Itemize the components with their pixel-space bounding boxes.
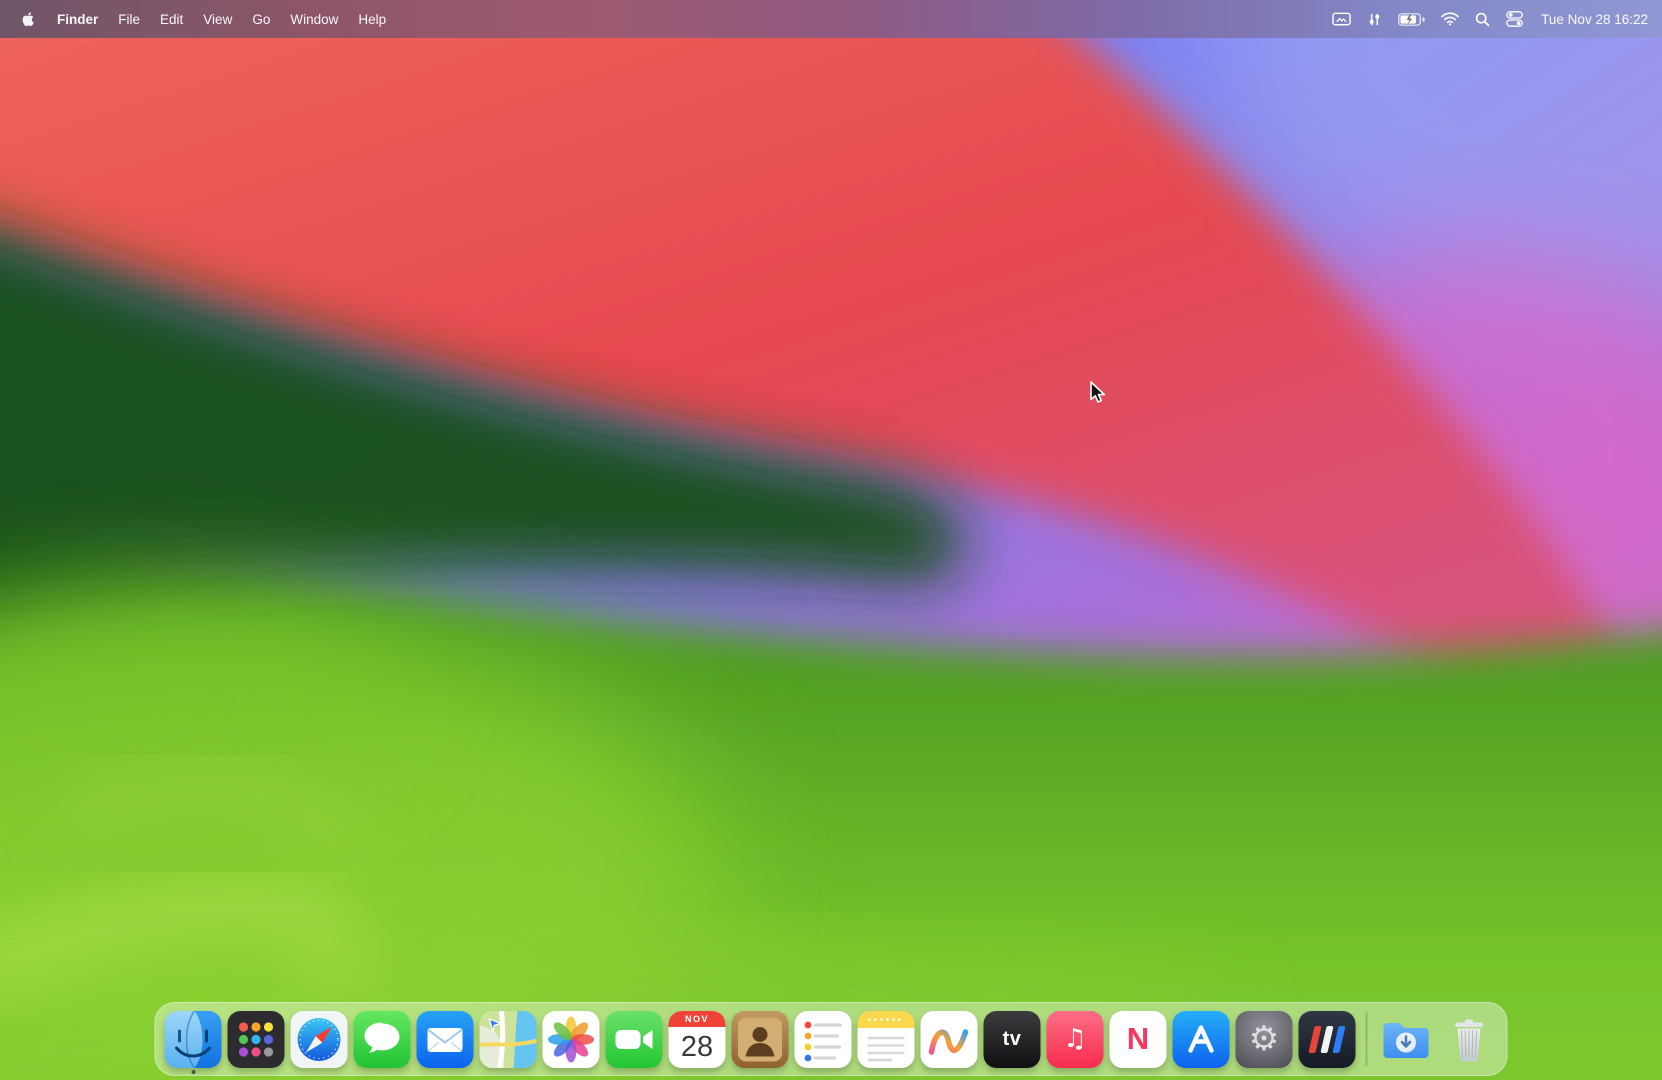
screen-mirroring-icon[interactable] <box>1332 12 1351 27</box>
menu-window[interactable]: Window <box>280 0 348 38</box>
dock-trash-icon[interactable] <box>1441 1011 1498 1068</box>
dock-system-settings-icon[interactable]: ⚙ <box>1236 1011 1293 1068</box>
gear-glyph: ⚙ <box>1249 1022 1279 1056</box>
sliders-icon[interactable] <box>1367 12 1382 27</box>
dock-calendar-icon[interactable]: NOV 28 <box>669 1011 726 1068</box>
battery-charging-icon[interactable] <box>1398 13 1425 26</box>
menu-file[interactable]: File <box>108 0 150 38</box>
music-note-glyph: ♫ <box>1063 1024 1086 1054</box>
dock-mail-icon[interactable] <box>417 1011 474 1068</box>
dock: NOV 28 <box>155 1002 1508 1076</box>
dock-music-icon[interactable]: ♫ <box>1047 1011 1104 1068</box>
dock-launchpad-icon[interactable] <box>228 1011 285 1068</box>
dock-news-icon[interactable]: N <box>1110 1011 1167 1068</box>
menu-clock[interactable]: Tue Nov 28 16:22 <box>1541 12 1648 27</box>
control-center-icon[interactable] <box>1506 11 1523 27</box>
dock-photos-icon[interactable] <box>543 1011 600 1068</box>
desktop-wallpaper[interactable] <box>0 0 1662 1080</box>
dock-messages-icon[interactable] <box>354 1011 411 1068</box>
dock-safari-icon[interactable] <box>291 1011 348 1068</box>
menu-app-name[interactable]: Finder <box>47 0 108 38</box>
calendar-month-label: NOV <box>669 1011 726 1027</box>
news-n-glyph: N <box>1127 1021 1149 1057</box>
menu-edit[interactable]: Edit <box>150 0 193 38</box>
calendar-day-label: 28 <box>669 1027 726 1067</box>
dock-notes-icon[interactable] <box>858 1011 915 1068</box>
wifi-icon[interactable] <box>1441 12 1459 26</box>
dock-freeform-icon[interactable] <box>921 1011 978 1068</box>
apple-menu-icon[interactable] <box>10 0 47 38</box>
dock-downloads-folder-icon[interactable] <box>1378 1011 1435 1068</box>
menu-go[interactable]: Go <box>242 0 280 38</box>
dock-reminders-icon[interactable] <box>795 1011 852 1068</box>
dock-finder-icon[interactable] <box>165 1011 222 1068</box>
menu-bar: Finder File Edit View Go Window Help <box>0 0 1662 38</box>
screen: Finder File Edit View Go Window Help <box>0 0 1662 1080</box>
spotlight-icon[interactable] <box>1475 12 1490 27</box>
menu-help[interactable]: Help <box>348 0 396 38</box>
tv-glyph: tv <box>1003 1028 1022 1051</box>
dock-maps-icon[interactable] <box>480 1011 537 1068</box>
dock-appstore-icon[interactable] <box>1173 1011 1230 1068</box>
dock-tv-icon[interactable]: tv <box>984 1011 1041 1068</box>
running-indicator-dot <box>191 1070 195 1074</box>
parallels-stripes <box>1299 1011 1356 1068</box>
menu-view[interactable]: View <box>193 0 242 38</box>
dock-separator <box>1366 1012 1368 1066</box>
dock-contacts-icon[interactable] <box>732 1011 789 1068</box>
dock-parallels-icon[interactable] <box>1299 1011 1356 1068</box>
dock-facetime-icon[interactable] <box>606 1011 663 1068</box>
